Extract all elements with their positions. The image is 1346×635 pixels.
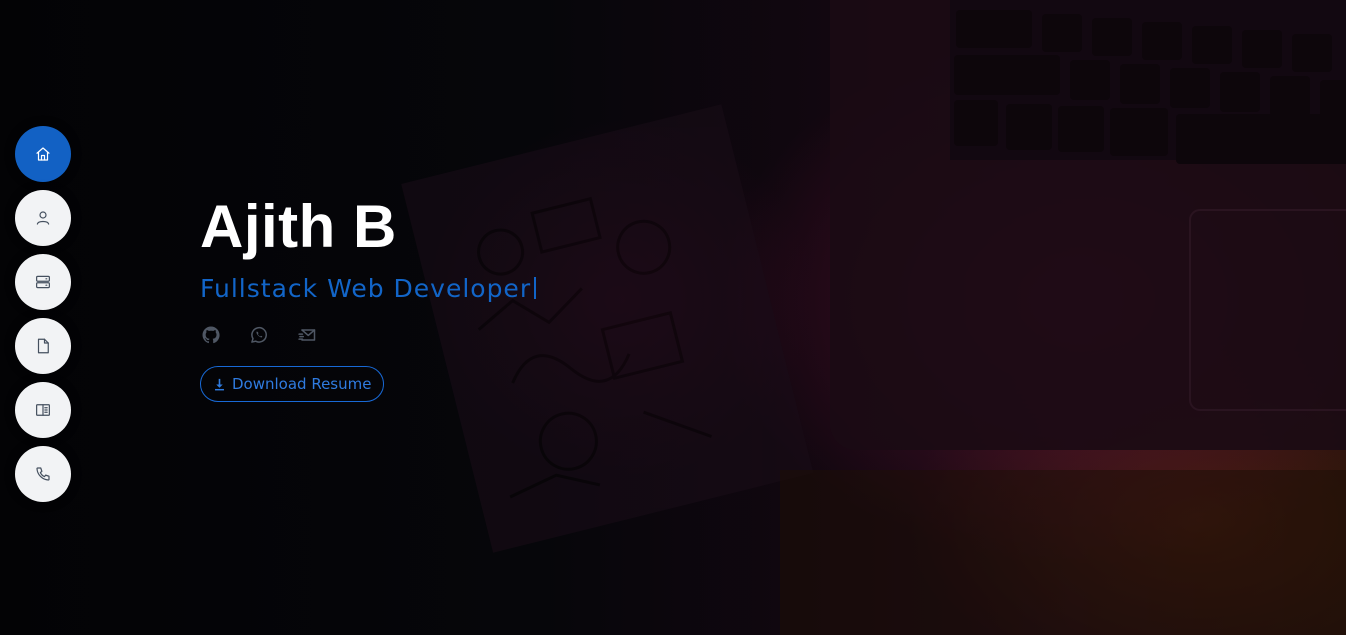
github-link[interactable] [200, 324, 222, 346]
hero-section: Ajith B Fullstack Web Developer Download… [0, 0, 1346, 635]
nav-portfolio-button[interactable] [15, 382, 71, 438]
side-nav [15, 126, 71, 502]
role-line: Fullstack Web Developer [200, 270, 537, 306]
download-resume-button[interactable]: Download Resume [200, 366, 385, 402]
hero-name: Ajith B [200, 193, 397, 260]
social-links [200, 324, 536, 346]
phone-icon [36, 467, 50, 481]
mail-icon [298, 329, 316, 341]
download-icon [215, 378, 224, 390]
nav-contact-button[interactable] [15, 446, 71, 502]
nav-about-button[interactable] [15, 190, 71, 246]
github-icon [202, 326, 220, 344]
hero-role: Fullstack Web Developer [200, 273, 532, 303]
typing-cursor [534, 277, 537, 299]
file-icon [37, 338, 49, 354]
user-icon [36, 211, 50, 225]
nav-resume-button[interactable] [15, 318, 71, 374]
hero-content: Ajith B Fullstack Web Developer Download… [200, 190, 537, 402]
home-icon [36, 147, 50, 161]
download-resume-label: Download Resume [232, 375, 372, 393]
book-icon [36, 404, 50, 416]
whatsapp-icon [251, 326, 267, 343]
whatsapp-link[interactable] [248, 324, 270, 346]
nav-services-button[interactable] [15, 254, 71, 310]
email-link[interactable] [296, 324, 318, 346]
server-icon [36, 275, 50, 289]
nav-home-button[interactable] [15, 126, 71, 182]
